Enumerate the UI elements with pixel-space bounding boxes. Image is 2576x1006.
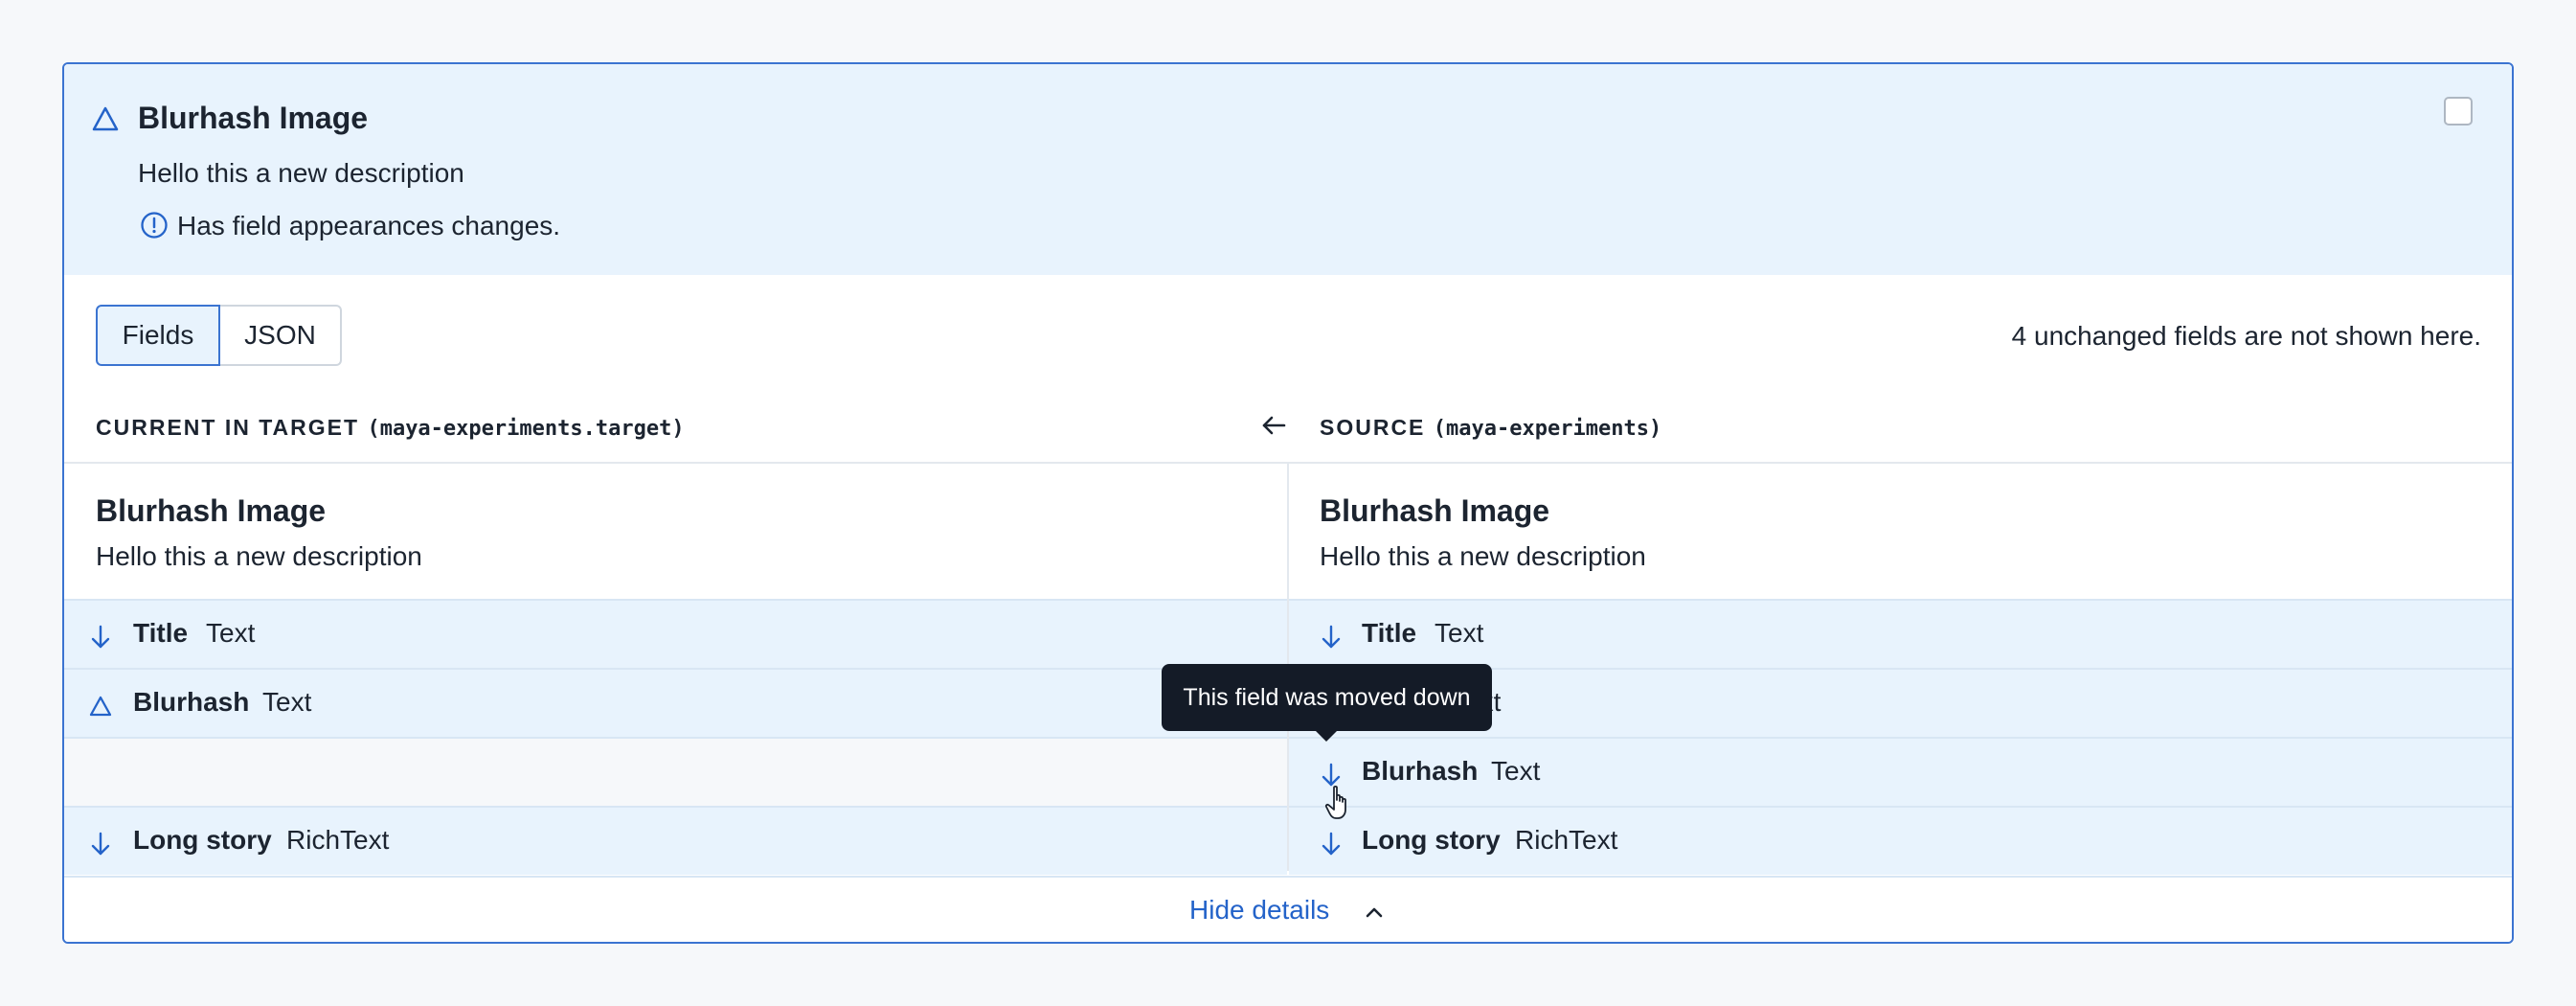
content-type-diff-card: Blurhash Image Hello this a new descript…	[62, 62, 2514, 944]
triangle-icon	[92, 106, 119, 131]
appearance-change-note: Has field appearances changes.	[177, 211, 561, 240]
info-circle-icon	[141, 212, 168, 239]
target-field-row-placeholder	[64, 737, 1287, 806]
field-name: Long story	[1362, 825, 1501, 855]
column-label: CURRENT IN TARGET	[96, 415, 360, 440]
tab-json[interactable]: JSON	[220, 305, 342, 366]
hide-details-link[interactable]: Hide details	[1189, 895, 1329, 926]
triangle-icon	[89, 696, 112, 717]
diff-footer: Hide details	[64, 876, 2512, 942]
field-type: Text	[1491, 756, 1541, 786]
field-type: Text	[262, 687, 312, 717]
arrow-down-icon	[91, 625, 110, 649]
arrow-left-icon	[1262, 416, 1286, 435]
source-field-row-title: Title Text	[1289, 599, 2512, 668]
field-name: Blurhash	[133, 687, 250, 717]
column-label: SOURCE	[1320, 415, 1426, 440]
diff-header: Blurhash Image Hello this a new descript…	[64, 64, 2512, 275]
source-content-type-title: Blurhash Image	[1320, 493, 1550, 528]
target-field-row-long-story: Long story RichText	[64, 806, 1287, 875]
environment-label: (maya-experiments.target)	[367, 417, 685, 441]
field-type: Text	[206, 618, 256, 648]
content-type-description: Hello this a new description	[138, 158, 464, 188]
tab-fields[interactable]: Fields	[96, 305, 220, 366]
target-content-type-title: Blurhash Image	[96, 493, 327, 528]
tooltip-arrow	[1315, 730, 1338, 742]
source-field-row-blurhash[interactable]: Blurhash Text	[1289, 737, 2512, 806]
select-checkbox[interactable]	[2444, 97, 2473, 126]
column-header-target: CURRENT IN TARGET (maya-experiments.targ…	[96, 415, 685, 441]
column-header-source: SOURCE (maya-experiments)	[1320, 415, 1661, 441]
field-type: Text	[1435, 618, 1484, 648]
source-field-row-long-story: Long story RichText	[1289, 806, 2512, 875]
field-type: RichText	[1515, 825, 1618, 855]
moved-down-tooltip: This field was moved down	[1162, 664, 1492, 731]
chevron-up-icon[interactable]	[1360, 898, 1389, 926]
source-content-type-description: Hello this a new description	[1320, 541, 1646, 571]
target-content-type-description: Hello this a new description	[96, 541, 422, 571]
field-name: Title	[133, 618, 189, 648]
field-name: Long story	[133, 825, 272, 855]
field-name: Title	[1362, 618, 1417, 648]
arrow-down-icon	[1322, 625, 1341, 649]
hand-pointer-cursor-icon	[1324, 785, 1346, 819]
environment-label: (maya-experiments)	[1433, 417, 1662, 441]
field-name: Blurhash	[1362, 756, 1479, 786]
arrow-down-icon	[1322, 832, 1341, 856]
view-tabs: Fields JSON	[96, 305, 342, 366]
content-type-title: Blurhash Image	[138, 101, 369, 135]
arrow-down-icon	[91, 832, 110, 856]
target-field-row-blurhash: Blurhash Text	[64, 668, 1287, 737]
unchanged-fields-note: 4 unchanged fields are not shown here.	[2011, 321, 2481, 351]
field-type: RichText	[286, 825, 390, 855]
target-field-row-title: Title Text	[64, 599, 1287, 668]
